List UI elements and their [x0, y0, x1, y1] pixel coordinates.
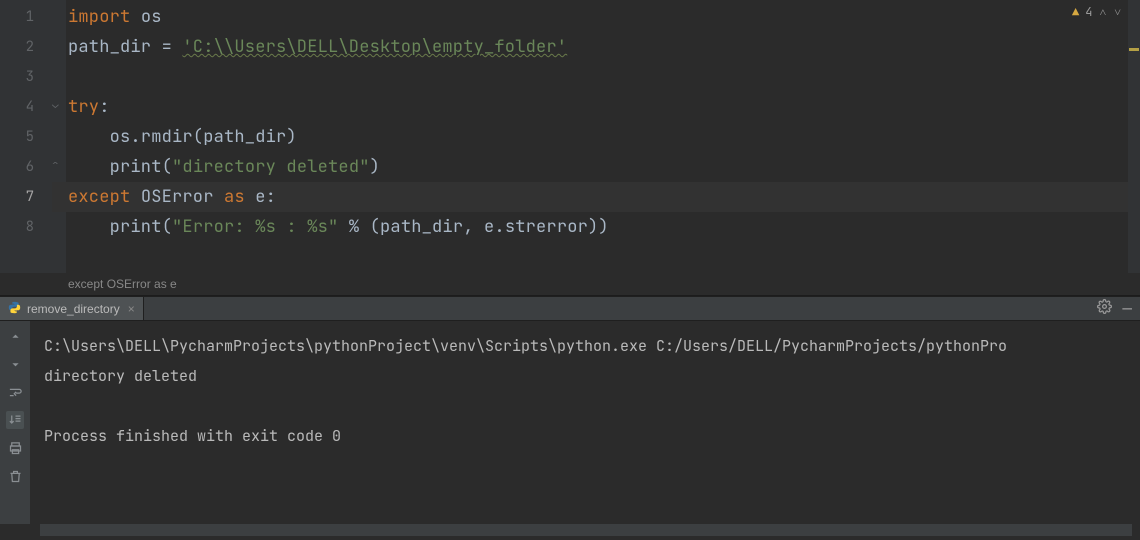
code-line[interactable]	[68, 62, 1128, 92]
line-number[interactable]: 5	[0, 122, 52, 152]
hide-panel-icon[interactable]: —	[1122, 298, 1132, 319]
warning-icon: ▲	[1072, 4, 1079, 20]
prev-problem-button[interactable]: ˄	[1098, 4, 1107, 20]
code-lines[interactable]: ▲ 4 ˄ ˅ import os path_dir = 'C:\\Users\…	[52, 0, 1128, 273]
code-line[interactable]: except OSError as e:	[68, 182, 1128, 212]
terminal-output[interactable]: C:\Users\DELL\PycharmProjects\pythonProj…	[30, 321, 1140, 524]
close-icon[interactable]: ×	[128, 302, 135, 316]
line-number-gutter[interactable]: 1 2 3 4 5 6 7 8	[0, 0, 52, 273]
output-line: Process finished with exit code 0	[44, 426, 341, 446]
next-problem-button[interactable]: ˅	[1113, 4, 1122, 20]
run-tab[interactable]: remove_directory ×	[0, 297, 144, 320]
breadcrumb-segment[interactable]: except OSError as e	[68, 277, 177, 291]
editor-region: 1 2 3 4 5 6 7 8 ⌄ ⌃ ▲ 4 ˄ ˅ import os pa…	[0, 0, 1140, 296]
soft-wrap-button[interactable]	[6, 383, 24, 401]
code-line[interactable]: print("Error: %s : %s" % (path_dir, e.st…	[68, 212, 1128, 242]
run-tab-bar: remove_directory × —	[0, 296, 1140, 321]
scroll-to-end-button[interactable]	[6, 411, 24, 429]
inspection-widget[interactable]: ▲ 4 ˄ ˅	[1072, 4, 1122, 20]
line-number[interactable]: 6	[0, 152, 52, 182]
scroll-up-button[interactable]	[6, 327, 24, 345]
output-line: directory deleted	[44, 366, 197, 386]
horizontal-scrollbar[interactable]	[40, 524, 1132, 536]
python-file-icon	[8, 301, 21, 317]
code-line[interactable]: print("directory deleted")	[68, 152, 1128, 182]
clear-all-button[interactable]	[6, 467, 24, 485]
run-tool-window: remove_directory × — C:\Users\DELL\Pycha…	[0, 296, 1140, 540]
settings-icon[interactable]	[1097, 299, 1112, 319]
code-line[interactable]: try:	[68, 92, 1128, 122]
line-number[interactable]: 2	[0, 32, 52, 62]
print-button[interactable]	[6, 439, 24, 457]
line-number[interactable]: 3	[0, 62, 52, 92]
code-line[interactable]: path_dir = 'C:\\Users\DELL\Desktop\empty…	[68, 32, 1128, 62]
line-number[interactable]: 7	[0, 182, 52, 212]
warning-count: 4	[1085, 4, 1092, 20]
warning-marker[interactable]	[1129, 48, 1139, 51]
line-number[interactable]: 4	[0, 92, 52, 122]
scroll-down-button[interactable]	[6, 355, 24, 373]
code-editor[interactable]: 1 2 3 4 5 6 7 8 ⌄ ⌃ ▲ 4 ˄ ˅ import os pa…	[0, 0, 1140, 273]
code-line[interactable]: import os	[68, 2, 1128, 32]
line-number[interactable]: 1	[0, 2, 52, 32]
run-toolbar	[0, 321, 30, 524]
run-tab-label: remove_directory	[27, 302, 120, 316]
error-stripe[interactable]	[1128, 0, 1140, 273]
output-line: C:\Users\DELL\PycharmProjects\pythonProj…	[44, 336, 1007, 356]
breadcrumb[interactable]: except OSError as e	[0, 273, 1140, 295]
code-line[interactable]: os.rmdir(path_dir)	[68, 122, 1128, 152]
line-number[interactable]: 8	[0, 212, 52, 242]
